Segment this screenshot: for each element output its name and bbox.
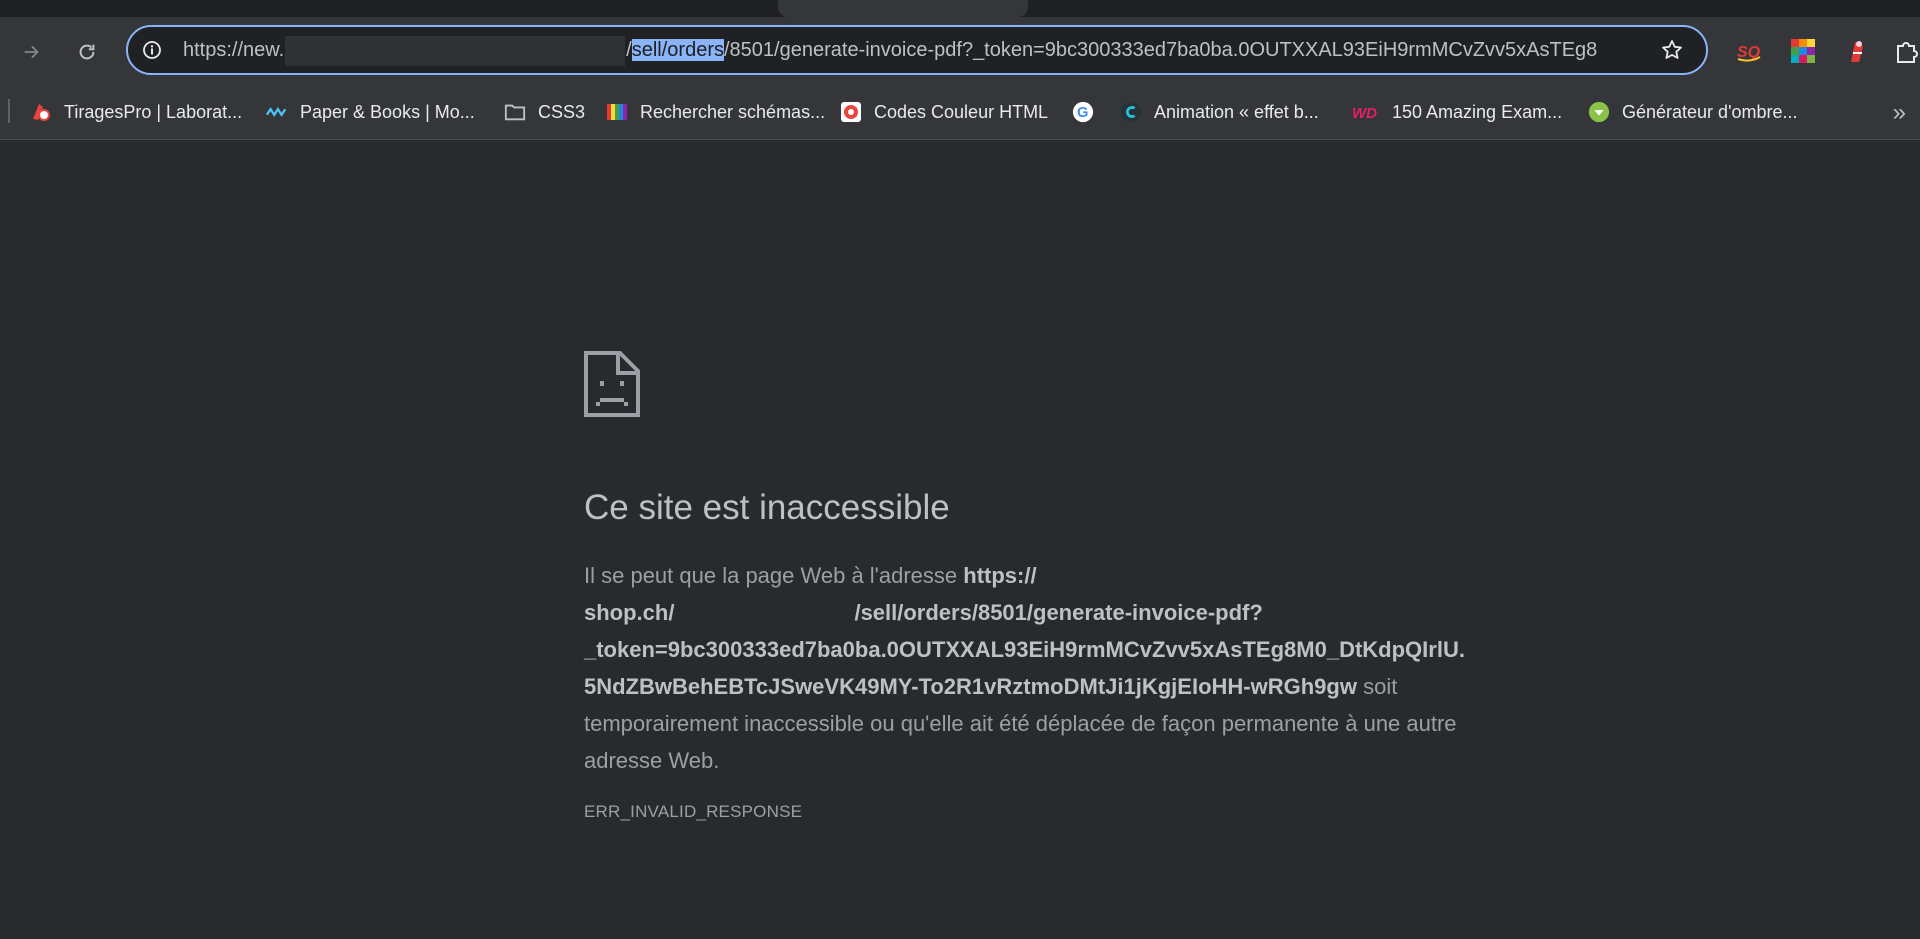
error-url-path: /sell/orders/8501/generate-invoice-pdf? [854,600,1263,625]
tab-active[interactable] [778,0,1028,17]
wave-logo-icon [266,101,288,123]
url-slash: / [626,39,632,61]
url-selected-text: sell/orders [631,39,724,61]
puzzle-icon [1897,42,1918,63]
forward-button[interactable] [14,34,50,70]
error-url-line: https:// [963,563,1037,588]
red-extension-icon [1851,41,1863,62]
error-url-line: shop.ch/ /sell/orders/8501/generate-invoi… [584,594,1496,631]
bookmark-label: Codes Couleur HTML [874,101,1049,122]
error-description: Il se peut que la page Web à l'adresse h… [584,557,1496,779]
star-icon [1662,40,1682,59]
url-text[interactable]: https://new. /sell/orders/8501/generate-i… [183,27,1648,73]
site-info-button[interactable] [142,40,162,60]
address-bar[interactable]: https://new. /sell/orders/8501/generate-i… [126,25,1708,75]
error-code: ERR_INVALID_RESPONSE [584,802,803,821]
camera-logo-icon [30,101,52,123]
error-url-token-end: 5NdZBwBehEBTcJSweVK49MY-To2R1vRztmoDMtJi… [584,674,1357,699]
info-icon [143,41,161,59]
redacted-block [285,35,626,66]
color-circle-icon [840,101,862,123]
svg-text:G: G [1077,105,1088,121]
tab-strip [0,0,1920,17]
green-arrow-icon [1588,101,1610,123]
bookmark-label: 150 Amazing Exam... [1392,101,1563,122]
bookmarks-overflow-button[interactable]: » [1893,99,1906,127]
reload-icon [79,44,95,60]
svg-text:WD: WD [1352,105,1377,121]
bookmark-item[interactable]: WD 150 Amazing Exam... [1352,95,1562,129]
color-grid-icon [1791,39,1815,63]
bookmark-label: Rechercher schémas... [640,101,826,122]
tab-inactive[interactable] [0,0,778,17]
url-rest: /8501/generate-invoice-pdf?_token=9bc300… [724,39,1598,61]
bookmarks-separator [8,99,10,123]
bookmark-label: CSS3 [538,101,586,122]
wd-logo-icon: WD [1352,101,1380,123]
forward-arrow-icon [24,45,39,59]
reload-button[interactable] [69,34,105,70]
error-intro: Il se peut que la page Web à l'adresse [584,563,964,588]
error-url-domain: shop.ch/ [584,600,675,625]
bookmark-label: TiragesPro | Laborat... [64,101,243,122]
error-title: Ce site est inaccessible [584,488,950,527]
extensions-button[interactable] [1892,36,1920,66]
bookmark-item[interactable]: Paper & Books | Mo... [266,95,475,129]
bookmark-item[interactable]: TiragesPro | Laborat... [30,95,242,129]
bookmark-item[interactable]: Codes Couleur HTML [840,95,1048,129]
google-icon: G [1072,101,1094,123]
c-logo-icon [1120,101,1142,123]
bookmark-label: Générateur d'ombre... [1622,101,1798,122]
bookmark-item[interactable]: Animation « effet b... [1120,95,1319,129]
extension-red-button[interactable] [1842,36,1872,66]
bookmark-item[interactable]: Générateur d'ombre... [1588,95,1798,129]
browser-toolbar: https://new. /sell/orders/8501/generate-i… [0,17,1920,85]
double-chevron-right-icon: » [1892,99,1906,126]
extension-palette-button[interactable] [1788,36,1818,66]
url-prefix: https://new. [183,39,285,61]
sq-logo-icon: SQ [1737,44,1761,62]
bookmarks-bar: TiragesPro | Laborat... Paper & Books | … [0,85,1920,140]
color-palette-icon [606,101,628,123]
bookmark-label: Paper & Books | Mo... [300,101,475,122]
sad-document-icon [584,351,640,417]
extension-sq-button[interactable]: SQ [1734,36,1764,66]
error-url-token: _token=9bc300333ed7ba0ba.0OUTXXAL93EiH9r… [584,637,1465,662]
bookmark-label: Animation « effet b... [1154,101,1319,122]
folder-icon [504,101,526,123]
bookmark-item[interactable]: G [1072,95,1106,129]
bookmark-star-button[interactable] [1660,38,1684,62]
bookmark-folder[interactable]: CSS3 [504,95,585,129]
tab-inactive[interactable] [1028,0,1920,17]
bookmark-item[interactable]: Rechercher schémas... [606,95,825,129]
